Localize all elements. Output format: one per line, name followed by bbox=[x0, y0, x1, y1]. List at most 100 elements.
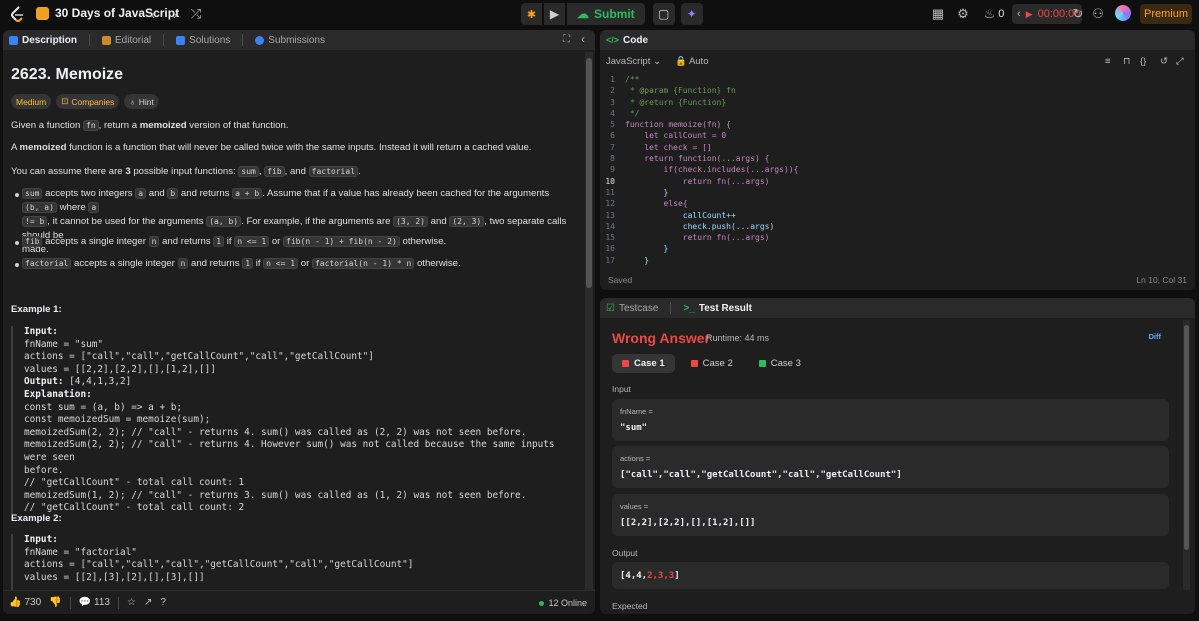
inline-code: n <= 1 bbox=[263, 258, 299, 269]
leetcode-logo-icon[interactable] bbox=[8, 5, 26, 23]
online-status: 12 Online bbox=[539, 598, 587, 608]
braces-icon[interactable]: {} bbox=[1140, 56, 1146, 67]
example-line: // "getCallCount" - total call count: 1 bbox=[24, 477, 579, 490]
code-text: return fn(...args) bbox=[625, 233, 770, 243]
text: or bbox=[298, 258, 312, 269]
example-line: values = [[2],[3],[2],[],[3],[]] bbox=[24, 572, 579, 585]
share-button[interactable]: ↗ bbox=[144, 597, 152, 608]
ai-button[interactable]: ✦ bbox=[680, 3, 703, 25]
description-scrollbar[interactable] bbox=[585, 52, 593, 590]
language-select[interactable]: JavaScript ⌄ bbox=[606, 56, 661, 67]
run-button[interactable]: ▶ bbox=[544, 3, 565, 25]
auto-mode[interactable]: 🔒 Auto bbox=[675, 56, 709, 67]
fail-icon bbox=[622, 360, 629, 367]
tab-test-result[interactable]: >_ Test Result bbox=[683, 303, 752, 314]
format-icon[interactable]: ≡ bbox=[1105, 56, 1111, 67]
hint-badge[interactable]: ♁ Hint bbox=[124, 94, 159, 109]
inline-code: factorial bbox=[308, 166, 359, 177]
layout-grid-icon[interactable]: ▦ bbox=[931, 5, 945, 23]
output-end: ] bbox=[674, 571, 680, 581]
example-line: memoizedSum(2, 2); // "call" - returns 4… bbox=[24, 427, 579, 440]
param-name: fnName = bbox=[620, 407, 653, 416]
inline-code: fib bbox=[22, 236, 43, 247]
tab-submissions[interactable]: Submissions bbox=[255, 35, 325, 46]
result-scrollbar[interactable] bbox=[1183, 320, 1190, 590]
reset-icon[interactable]: ↺ bbox=[1160, 56, 1168, 67]
tab-label: Editorial bbox=[115, 34, 152, 46]
case-tab-3[interactable]: Case 3 bbox=[749, 354, 811, 373]
example-text: memoizedSum(2, 2); // "call" - returns 4… bbox=[24, 426, 527, 438]
tab-description[interactable]: Description bbox=[9, 35, 77, 46]
add-user-icon[interactable]: ⚇ bbox=[1090, 5, 1106, 23]
example-text: memoizedSum(2, 2); // "call" - returns 4… bbox=[24, 439, 555, 463]
inline-code: factorial(n - 1) * n bbox=[311, 258, 415, 269]
text: and returns bbox=[188, 258, 243, 269]
check-square-icon: ☑ bbox=[606, 302, 615, 314]
notes-button[interactable]: ▢ bbox=[652, 3, 675, 25]
description-panel: Description Editorial Solutions Submissi… bbox=[3, 30, 595, 614]
like-button[interactable]: 👍 730 bbox=[9, 597, 41, 608]
tab-label: Code bbox=[623, 34, 649, 46]
bookmark-icon[interactable]: ⊓ bbox=[1123, 56, 1130, 67]
runtime: Runtime: 44 ms bbox=[706, 333, 770, 343]
code-line: 17 } bbox=[600, 255, 1190, 266]
scrollbar-thumb[interactable] bbox=[586, 58, 592, 288]
reset-timer-icon[interactable]: ↻ bbox=[1071, 5, 1085, 23]
example-text: memoizedSum(1, 2); // "call" - returns 3… bbox=[24, 489, 527, 501]
shuffle-icon[interactable]: ⤮ bbox=[188, 5, 204, 23]
expand-icon[interactable]: ⛶ bbox=[563, 34, 570, 45]
favorite-button[interactable]: ☆ bbox=[127, 597, 136, 608]
chevron-right-icon[interactable]: › bbox=[168, 5, 182, 23]
code-line: 9 if(check.includes(...args)){ bbox=[600, 164, 1190, 175]
tab-solutions[interactable]: Solutions bbox=[176, 35, 230, 46]
example-text: // "getCallCount" - total call count: 1 bbox=[24, 477, 245, 489]
code-text: check.push(...args) bbox=[625, 221, 775, 231]
gear-icon[interactable]: ⚙ bbox=[956, 5, 970, 23]
param-name: actions = bbox=[620, 454, 651, 463]
question-icon: ? bbox=[160, 597, 166, 608]
avatar[interactable] bbox=[1115, 5, 1131, 21]
bullet-dot bbox=[15, 241, 19, 245]
inline-code: (2, 3) bbox=[449, 216, 485, 227]
fullscreen-icon[interactable]: ⤢ bbox=[1176, 56, 1184, 67]
text: if bbox=[253, 258, 264, 269]
text: where bbox=[56, 202, 89, 213]
difficulty-badge[interactable]: Medium bbox=[11, 94, 52, 109]
cursor-position: Ln 10, Col 31 bbox=[1136, 275, 1187, 285]
submit-button[interactable]: ☁ Submit bbox=[567, 3, 645, 25]
chevron-left-icon[interactable]: ‹ bbox=[146, 5, 160, 23]
debug-button[interactable]: ✱ bbox=[521, 3, 542, 25]
submit-label: Submit bbox=[594, 7, 635, 21]
streak-counter[interactable]: ♨ 0 bbox=[982, 5, 1006, 23]
line-number: 4 bbox=[610, 108, 615, 118]
tab-code[interactable]: </> Code bbox=[606, 35, 648, 46]
text: accepts two integers bbox=[42, 188, 136, 199]
code-line: 11 } bbox=[600, 187, 1190, 198]
bullet-factorial: factorial accepts a single integer n and… bbox=[22, 257, 567, 271]
inline-code: (a, b) bbox=[206, 216, 242, 227]
diff-toggle[interactable]: Diff bbox=[1149, 332, 1162, 341]
description-footer: 👍 730 👎 💬 113 ☆ ↗ ? 12 Online bbox=[3, 590, 595, 614]
case-tab-2[interactable]: Case 2 bbox=[681, 354, 743, 373]
collapse-icon[interactable]: ‹ bbox=[581, 32, 585, 46]
bold-text: memoized bbox=[19, 142, 67, 153]
code-text: else{ bbox=[625, 199, 688, 209]
chevron-left-icon[interactable]: ‹ bbox=[1017, 8, 1021, 20]
comments-button[interactable]: 💬 113 bbox=[79, 597, 110, 608]
example-line: actions = ["call","call","call","getCall… bbox=[24, 559, 579, 572]
code-line: 7 let check = [] bbox=[600, 142, 1190, 153]
example-keyword: Input: bbox=[24, 534, 58, 545]
text: otherwise. bbox=[399, 236, 447, 247]
scrollbar-thumb[interactable] bbox=[1184, 325, 1189, 550]
line-number: 12 bbox=[605, 199, 615, 209]
premium-button[interactable]: Premium bbox=[1140, 4, 1192, 24]
code-editor[interactable]: 1/** 2 * @param {Function} fn 3 * @return … bbox=[600, 74, 1190, 288]
case-tab-1[interactable]: Case 1 bbox=[612, 354, 675, 373]
companies-badge[interactable]: ⊡ Companies bbox=[56, 94, 120, 109]
tab-editorial[interactable]: Editorial bbox=[102, 35, 151, 46]
play-icon[interactable]: ▶ bbox=[1026, 9, 1033, 20]
tab-testcase[interactable]: ☑ Testcase bbox=[606, 303, 658, 314]
help-button[interactable]: ? bbox=[160, 597, 166, 608]
dislike-button[interactable]: 👎 bbox=[49, 597, 61, 608]
example-line: before. bbox=[24, 465, 579, 478]
